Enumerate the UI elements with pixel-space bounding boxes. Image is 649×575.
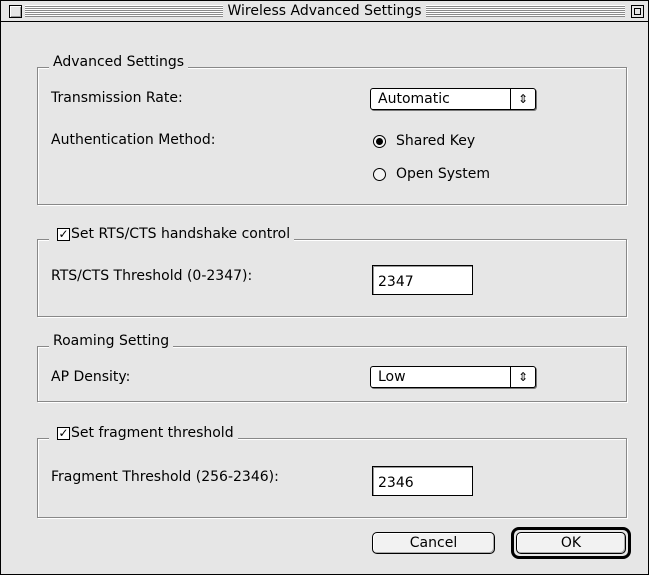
title-bar[interactable]: Wireless Advanced Settings xyxy=(1,1,648,22)
transmission-rate-value: Automatic xyxy=(378,91,450,107)
ap-density-select[interactable]: Low ⇕ xyxy=(370,366,536,388)
dialog-window: Wireless Advanced Settings Advanced Sett… xyxy=(0,0,649,575)
advanced-settings-heading: Advanced Settings xyxy=(49,53,189,71)
check-icon: ✓ xyxy=(58,426,69,440)
rts-threshold-label: RTS/CTS Threshold (0-2347): xyxy=(51,268,253,284)
radio-open-system-label[interactable]: Open System xyxy=(396,165,490,183)
fragment-threshold-input[interactable]: 2346 xyxy=(372,466,473,496)
fragment-threshold-checkbox[interactable]: ✓ xyxy=(57,427,70,440)
rts-threshold-value: 2347 xyxy=(378,274,414,290)
cancel-button[interactable]: Cancel xyxy=(372,532,495,554)
radio-shared-key-label[interactable]: Shared Key xyxy=(396,132,475,150)
transmission-rate-label: Transmission Rate: xyxy=(51,90,183,106)
up-down-arrows-icon: ⇕ xyxy=(510,367,535,387)
ok-button[interactable]: OK xyxy=(516,532,626,554)
fragment-threshold-label: Fragment Threshold (256-2346): xyxy=(51,469,279,485)
up-down-arrows-icon: ⇕ xyxy=(510,89,535,109)
rts-cts-checkbox[interactable]: ✓ xyxy=(57,228,70,241)
authentication-method-label: Authentication Method: xyxy=(51,132,216,148)
fragment-threshold-heading[interactable]: Set fragment threshold xyxy=(49,424,238,442)
radio-shared-key[interactable] xyxy=(373,135,386,148)
ap-density-value: Low xyxy=(378,369,406,385)
rts-cts-heading[interactable]: Set RTS/CTS handshake control xyxy=(49,225,295,243)
window-title: Wireless Advanced Settings xyxy=(223,3,426,19)
rts-threshold-input[interactable]: 2347 xyxy=(372,265,473,295)
transmission-rate-select[interactable]: Automatic ⇕ xyxy=(370,88,536,110)
fragment-threshold-value: 2346 xyxy=(378,475,414,491)
check-icon: ✓ xyxy=(58,227,69,241)
ap-density-label: AP Density: xyxy=(51,369,131,385)
roaming-setting-heading: Roaming Setting xyxy=(49,332,174,350)
radio-open-system[interactable] xyxy=(373,168,386,181)
zoom-box-icon[interactable] xyxy=(631,5,644,18)
